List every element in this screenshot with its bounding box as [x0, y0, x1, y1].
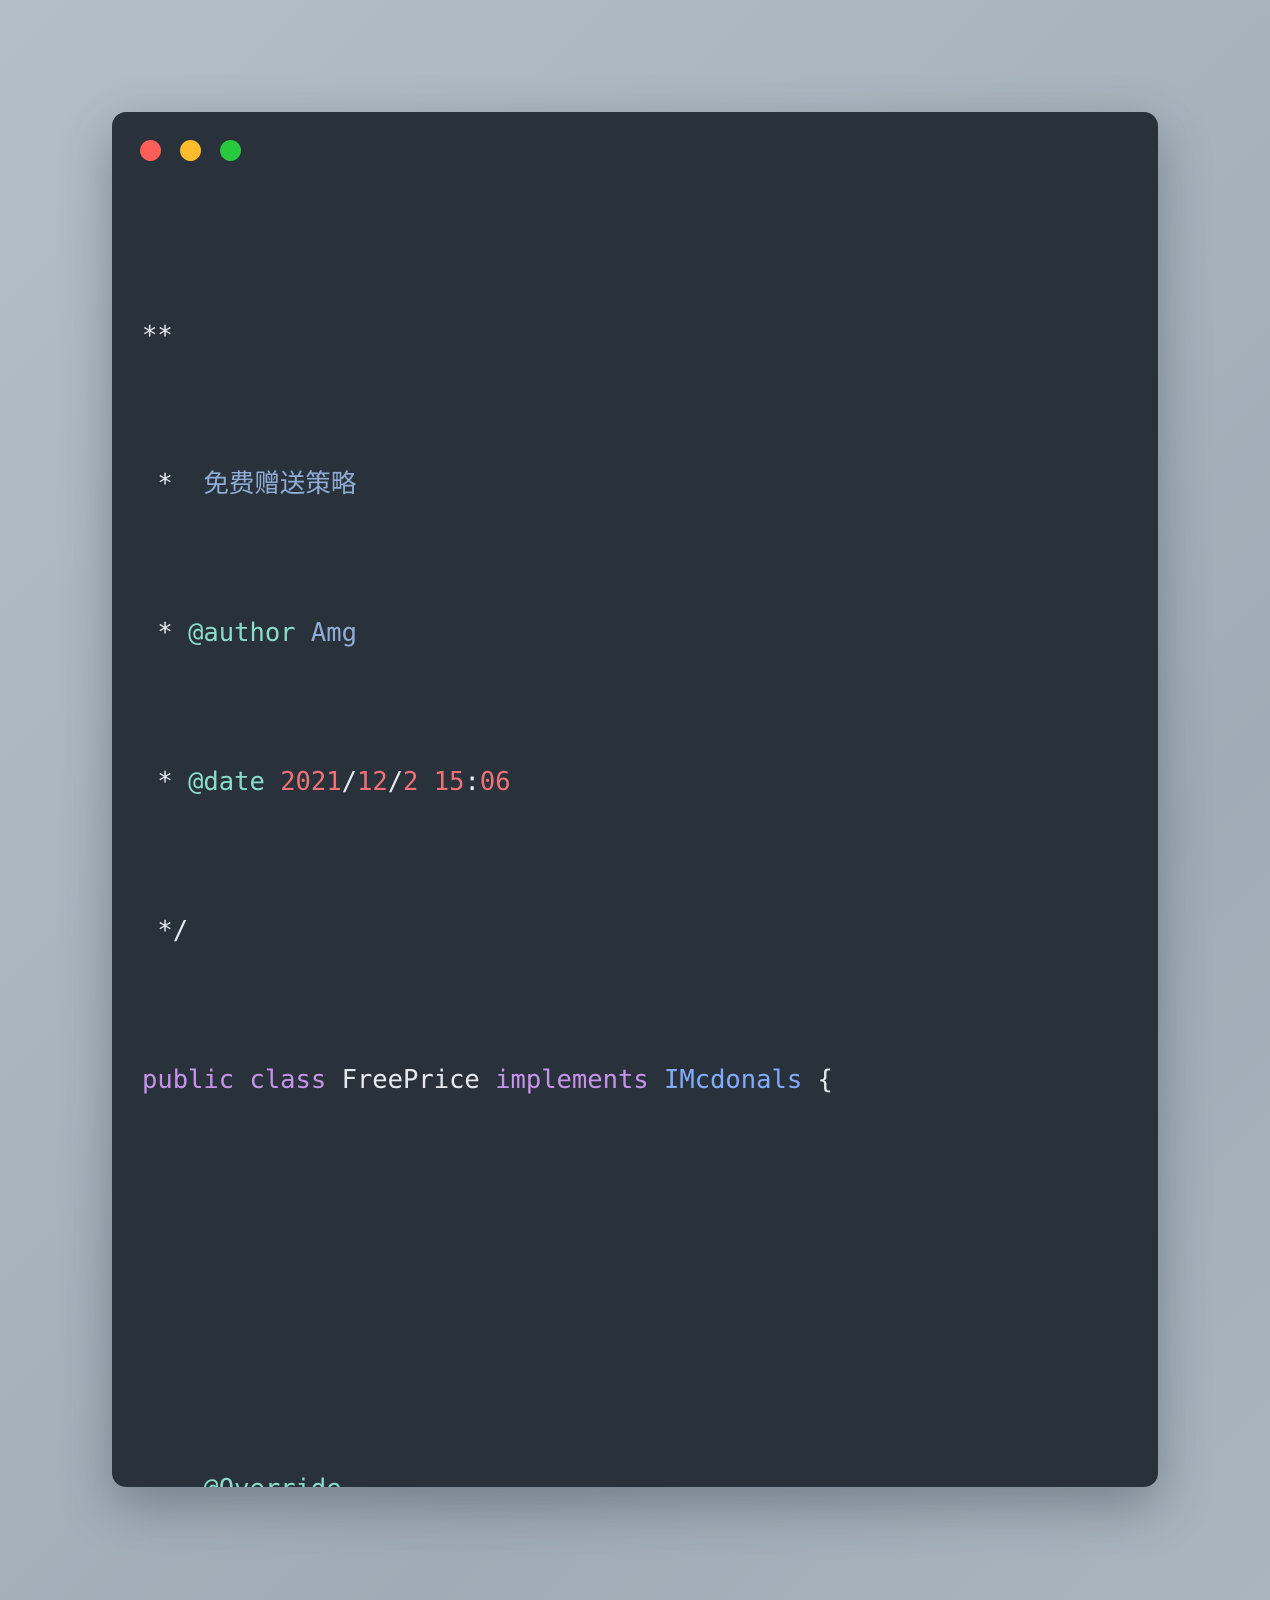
token-doc-summary: 免费赠送策略 [188, 469, 357, 500]
token-doc-star: * [142, 469, 189, 500]
page-root: ** * 免费赠送策略 * @author Amg * @date 2021/1… [0, 0, 1270, 1600]
token-comment-close: */ [142, 915, 189, 946]
token-time-colon: : [464, 767, 480, 798]
token-override-annotation: @Override [142, 1474, 341, 1487]
token-brace-open: { [802, 1064, 833, 1095]
token-class-name: FreePrice [326, 1064, 480, 1095]
token-author-value: Amg [295, 618, 357, 649]
code-snippet-card: ** * 免费赠送策略 * @author Amg * @date 2021/1… [112, 112, 1158, 1487]
token-class: class [234, 1064, 327, 1095]
code-line-2: * 免费赠送策略 [142, 466, 1144, 503]
token-date-month: 12 [356, 767, 388, 798]
code-line-3: * @author Amg [142, 615, 1144, 652]
token-time-hour: 15 [433, 767, 465, 798]
token-implements: implements [479, 1064, 649, 1095]
window-titlebar [140, 140, 241, 161]
code-line-4: * @date 2021/12/2 15:06 [142, 764, 1144, 801]
token-public: public [142, 1064, 235, 1095]
code-line-9: @Override [142, 1471, 1144, 1487]
token-date-tag: @date [188, 767, 265, 798]
token-comment-open: ** [142, 320, 173, 351]
token-date-day: 2 [403, 767, 419, 798]
code-block: ** * 免费赠送策略 * @author Amg * @date 2021/1… [142, 206, 1144, 1487]
token-doc-star: * [142, 767, 189, 798]
token-author-tag: @author [188, 618, 296, 649]
token-date-slash: / [387, 767, 404, 798]
minimize-button-icon[interactable] [180, 140, 201, 161]
code-line-5: */ [142, 913, 1144, 950]
token-doc-star: * [142, 618, 189, 649]
code-line-6: public class FreePrice implements IMcdon… [142, 1062, 1144, 1099]
close-button-icon[interactable] [140, 140, 161, 161]
maximize-button-icon[interactable] [220, 140, 241, 161]
token-time-minute: 06 [479, 767, 511, 798]
token-date-year: 2021 [280, 767, 342, 798]
code-line-1: ** [142, 318, 1144, 355]
token-interface-name: IMcdonals [648, 1064, 803, 1095]
token-date-slash: / [341, 767, 357, 798]
